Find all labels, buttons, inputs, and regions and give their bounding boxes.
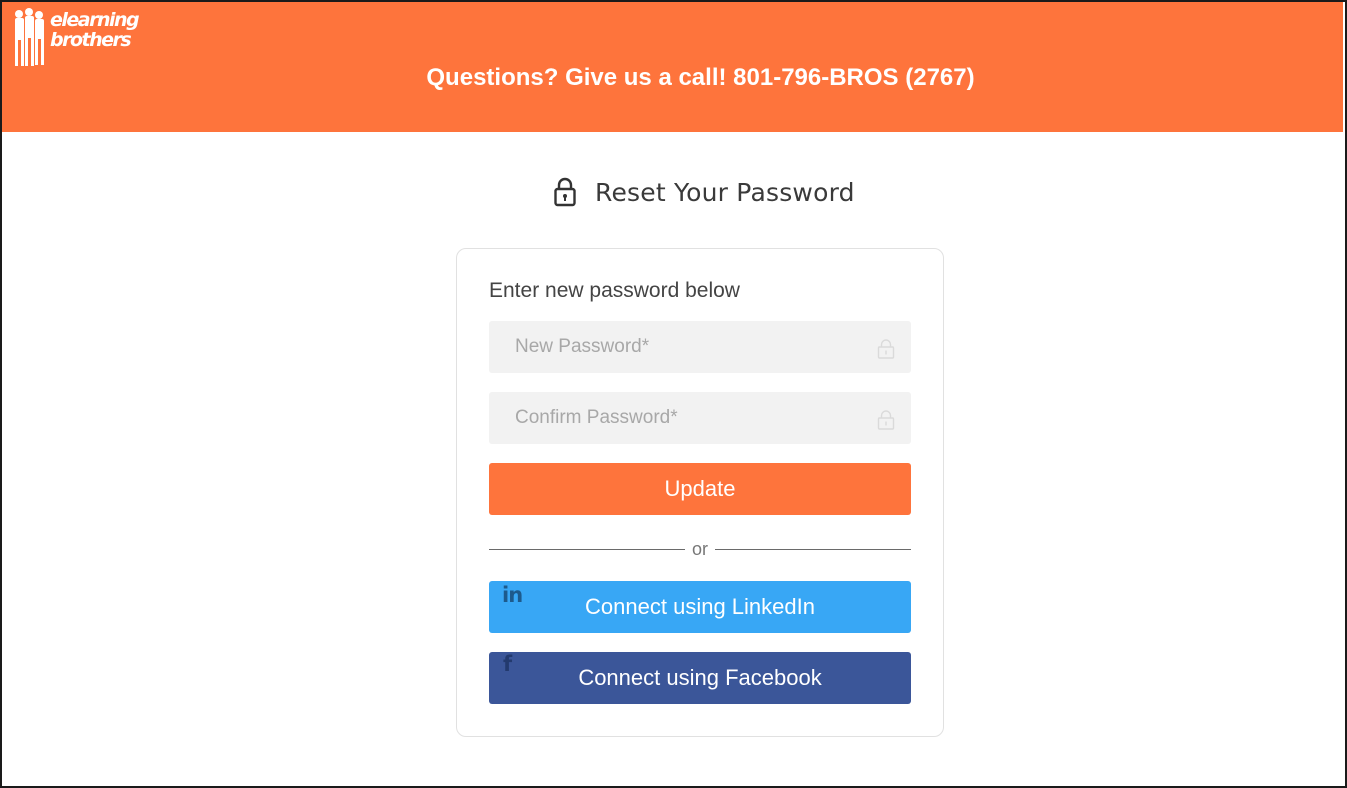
logo-line-2: brothers [50, 29, 132, 51]
header-call-text: Questions? Give us a call! 801-796-BROS … [426, 64, 975, 91]
elearning-brothers-logo[interactable]: elearning brothers [12, 6, 142, 70]
divider-line-right [715, 548, 912, 550]
connect-linkedin-button[interactable]: in Connect using LinkedIn [489, 581, 911, 633]
logo-line-1: elearning [50, 9, 140, 31]
linkedin-icon: in [502, 583, 523, 607]
logo-figures-icon [15, 8, 44, 66]
reset-password-card: Enter new password below Update or in Co… [456, 248, 944, 737]
form-instruction: Enter new password below [489, 279, 740, 302]
lock-icon [877, 339, 895, 359]
confirm-password-input[interactable] [489, 392, 911, 444]
logo-wordmark: elearning brothers [50, 9, 140, 51]
or-divider: or [489, 538, 912, 559]
new-password-field [489, 321, 911, 373]
new-password-input[interactable] [489, 321, 911, 373]
confirm-password-field [489, 392, 911, 444]
lock-icon [554, 177, 576, 207]
page-title-row: Reset Your Password [553, 172, 855, 212]
site-header: elearning brothers Questions? Give us a … [2, 2, 1343, 132]
facebook-icon: f [503, 652, 513, 676]
connect-facebook-label: Connect using Facebook [578, 665, 822, 690]
update-button[interactable]: Update [489, 463, 911, 515]
divider-line-left [489, 548, 685, 550]
divider-label: or [692, 538, 709, 559]
connect-linkedin-label: Connect using LinkedIn [585, 594, 815, 619]
page-title: Reset Your Password [595, 177, 855, 207]
connect-facebook-button[interactable]: f Connect using Facebook [489, 652, 911, 704]
lock-icon [877, 410, 895, 430]
